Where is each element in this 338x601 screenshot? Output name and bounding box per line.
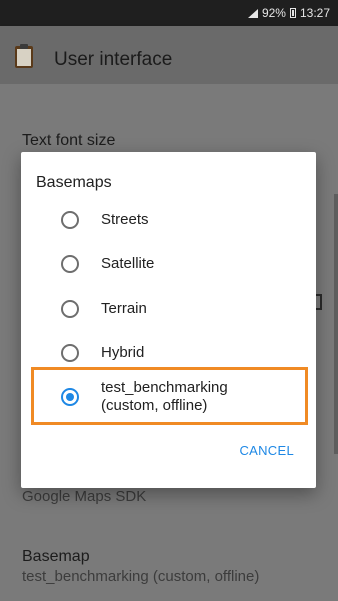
pref-basemap[interactable]: Basemap test_benchmarking (custom, offli…	[22, 548, 259, 585]
radio-button[interactable]	[61, 300, 79, 318]
radio-button[interactable]	[61, 211, 79, 229]
option-label: Hybrid	[101, 344, 145, 361]
status-indicators: 92% 13:27	[247, 6, 330, 20]
pref-summary: test_benchmarking (custom, offline)	[22, 568, 260, 585]
option-satellite[interactable]: Satellite	[35, 244, 305, 284]
cancel-button[interactable]: CANCEL	[239, 443, 294, 458]
option-streets[interactable]: Streets	[35, 200, 305, 240]
clock: 13:27	[299, 6, 330, 20]
pref-title: Basemap	[22, 548, 90, 565]
option-label: Terrain	[101, 300, 147, 317]
option-label: Streets	[101, 211, 149, 228]
status-bar: 92% 13:27	[0, 0, 338, 26]
option-label: Satellite	[101, 255, 155, 272]
pref-title: Text font size	[22, 132, 116, 149]
battery-icon	[289, 8, 296, 18]
radio-button[interactable]	[61, 255, 79, 273]
signal-icon	[247, 8, 258, 18]
option-terrain[interactable]: Terrain	[35, 289, 305, 329]
app-bar: User interface	[0, 26, 338, 84]
page-title: User interface	[54, 49, 173, 70]
clipboard-icon[interactable]	[14, 43, 34, 69]
pref-summary: Google Maps SDK	[22, 488, 147, 505]
selection-highlight	[31, 367, 308, 425]
radio-button[interactable]	[61, 344, 79, 362]
battery-percent: 92%	[261, 6, 286, 20]
dialog-title: Basemaps	[36, 174, 112, 191]
scrollbar[interactable]	[334, 194, 338, 454]
basemaps-dialog: Basemaps Streets Satellite Terrain Hybri…	[21, 152, 316, 488]
